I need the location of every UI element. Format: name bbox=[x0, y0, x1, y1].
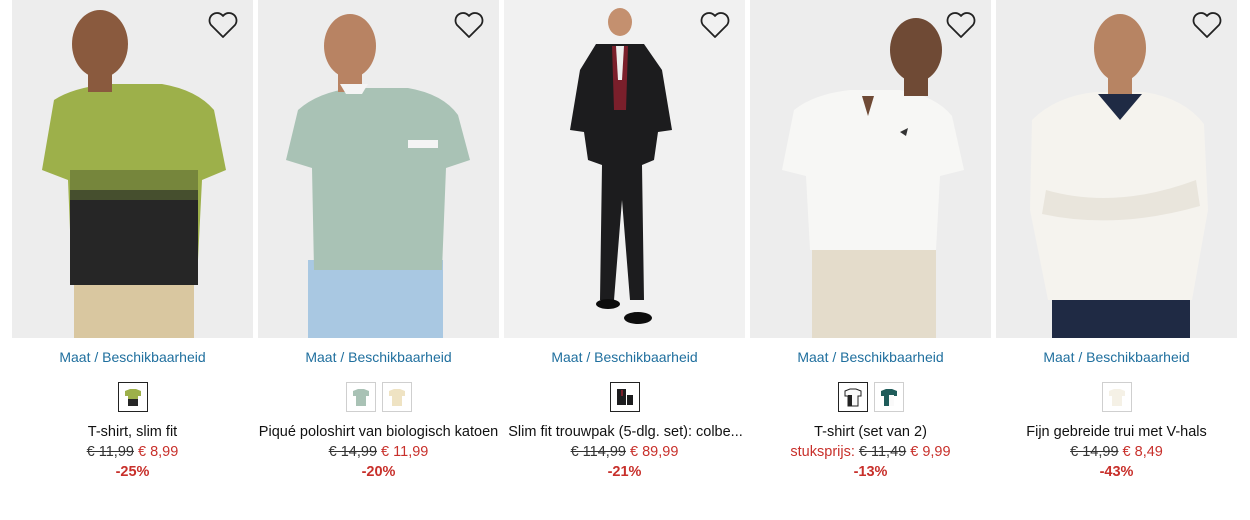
discount-badge: -25% bbox=[115, 464, 150, 480]
wishlist-heart-icon[interactable] bbox=[1191, 10, 1223, 40]
product-title[interactable]: T-shirt (set van 2) bbox=[744, 424, 997, 440]
price-row: € 14,99 € 11,99 bbox=[258, 444, 499, 460]
product-card[interactable]: Maat / Beschikbaarheid T-shirt (set van … bbox=[750, 0, 991, 500]
color-swatch[interactable] bbox=[873, 382, 904, 412]
color-swatch[interactable] bbox=[1101, 382, 1132, 412]
product-image[interactable] bbox=[996, 0, 1237, 338]
unit-price-label: stuksprijs: bbox=[790, 444, 855, 460]
product-card[interactable]: Maat / Beschikbaarheid Slim fit trouwpak… bbox=[504, 0, 745, 500]
price-row: € 114,99 € 89,99 bbox=[504, 444, 745, 460]
wishlist-heart-icon[interactable] bbox=[945, 10, 977, 40]
wishlist-heart-icon[interactable] bbox=[207, 10, 239, 40]
discount-badge: -20% bbox=[361, 464, 396, 480]
color-swatches bbox=[504, 382, 745, 412]
color-swatches bbox=[258, 382, 499, 412]
size-availability-link[interactable]: Maat / Beschikbaarheid bbox=[750, 349, 991, 365]
color-swatch[interactable] bbox=[345, 382, 376, 412]
size-availability-link[interactable]: Maat / Beschikbaarheid bbox=[12, 349, 253, 365]
product-title[interactable]: Piqué poloshirt van biologisch katoen bbox=[252, 424, 505, 440]
price-row: € 11,99 € 8,99 bbox=[12, 444, 253, 460]
old-price: € 11,49 bbox=[858, 444, 907, 460]
price-row: € 14,99 € 8,49 bbox=[996, 444, 1237, 460]
color-swatch[interactable] bbox=[117, 382, 148, 412]
color-swatch[interactable] bbox=[609, 382, 640, 412]
new-price: € 8,99 bbox=[138, 444, 179, 460]
product-image[interactable] bbox=[12, 0, 253, 338]
product-title[interactable]: Slim fit trouwpak (5-dlg. set): colbe... bbox=[502, 424, 749, 440]
size-availability-link[interactable]: Maat / Beschikbaarheid bbox=[258, 349, 499, 365]
wishlist-heart-icon[interactable] bbox=[453, 10, 485, 40]
old-price: € 14,99 bbox=[1070, 444, 1119, 460]
discount-badge: -21% bbox=[607, 464, 642, 480]
product-grid: Maat / Beschikbaarheid T-shirt, slim fit… bbox=[12, 0, 1238, 520]
product-card[interactable]: Maat / Beschikbaarheid Piqué poloshirt v… bbox=[258, 0, 499, 500]
product-title[interactable]: Fijn gebreide trui met V-hals bbox=[990, 424, 1243, 440]
product-image[interactable] bbox=[258, 0, 499, 338]
new-price: € 89,99 bbox=[630, 444, 679, 460]
product-image[interactable] bbox=[750, 0, 991, 338]
price-row: stuksprijs: € 11,49 € 9,99 bbox=[750, 444, 991, 460]
discount-badge: -13% bbox=[853, 464, 888, 480]
color-swatches bbox=[750, 382, 991, 412]
product-card[interactable]: Maat / Beschikbaarheid Fijn gebreide tru… bbox=[996, 0, 1237, 500]
wishlist-heart-icon[interactable] bbox=[699, 10, 731, 40]
color-swatches bbox=[12, 382, 253, 412]
new-price: € 9,99 bbox=[910, 444, 951, 460]
old-price: € 14,99 bbox=[328, 444, 378, 460]
color-swatch[interactable] bbox=[381, 382, 412, 412]
product-image[interactable] bbox=[504, 0, 745, 338]
color-swatches bbox=[996, 382, 1237, 412]
product-title[interactable]: T-shirt, slim fit bbox=[6, 424, 259, 440]
old-price: € 114,99 bbox=[570, 444, 626, 460]
color-swatch[interactable] bbox=[837, 382, 868, 412]
new-price: € 8,49 bbox=[1122, 444, 1163, 460]
size-availability-link[interactable]: Maat / Beschikbaarheid bbox=[504, 349, 745, 365]
old-price: € 11,99 bbox=[86, 444, 134, 460]
discount-badge: -43% bbox=[1099, 464, 1134, 480]
product-card[interactable]: Maat / Beschikbaarheid T-shirt, slim fit… bbox=[12, 0, 253, 500]
size-availability-link[interactable]: Maat / Beschikbaarheid bbox=[996, 349, 1237, 365]
new-price: € 11,99 bbox=[381, 444, 429, 460]
